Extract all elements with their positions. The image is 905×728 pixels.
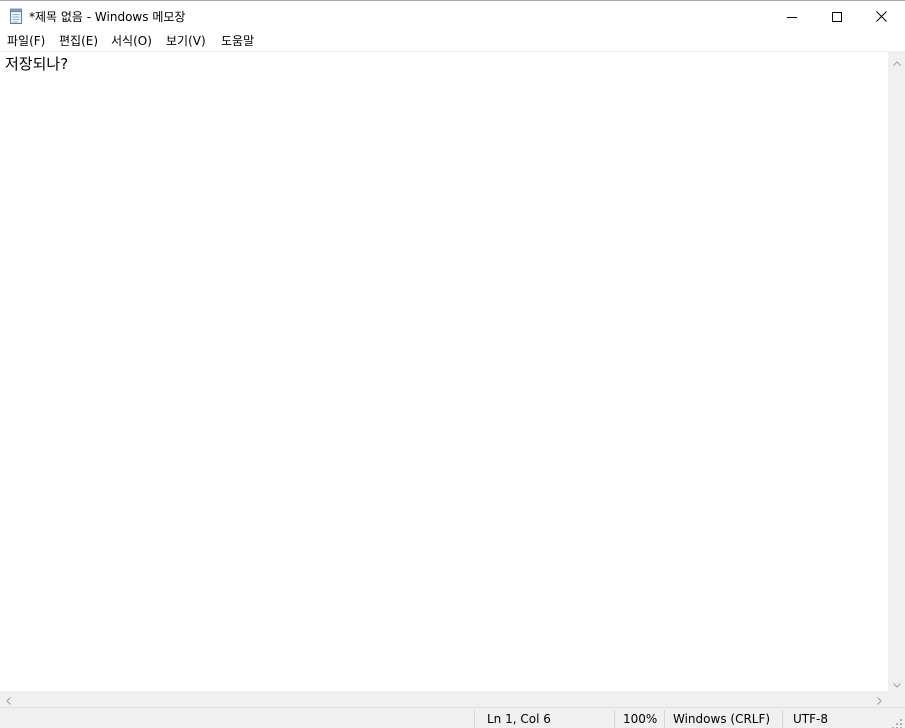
status-divider: [782, 710, 783, 728]
close-button[interactable]: [859, 1, 904, 31]
window-title: *제목 없음 - Windows 메모장: [29, 10, 186, 24]
scroll-left-button[interactable]: [0, 691, 17, 707]
notepad-window: *제목 없음 - Windows 메모장 파일(F) 편집(E) 서식(O) 보…: [0, 0, 905, 728]
scroll-right-button[interactable]: [871, 691, 888, 707]
status-divider: [614, 710, 615, 728]
close-icon: [876, 7, 887, 26]
menu-view[interactable]: 보기(V): [166, 33, 206, 49]
menu-format[interactable]: 서식(O): [111, 33, 152, 49]
scrollbar-corner: [888, 691, 905, 707]
vertical-scrollbar[interactable]: [888, 52, 905, 691]
status-divider: [474, 710, 475, 728]
menu-file[interactable]: 파일(F): [7, 33, 45, 49]
notepad-icon: [9, 8, 23, 24]
text-editor[interactable]: 저장되나?: [0, 52, 888, 691]
maximize-button[interactable]: [814, 1, 859, 31]
resize-grip-icon[interactable]: [891, 715, 903, 728]
minimize-button[interactable]: [769, 1, 814, 31]
horizontal-scrollbar[interactable]: [0, 691, 888, 707]
line-ending: Windows (CRLF): [673, 712, 771, 726]
encoding: UTF-8: [793, 712, 828, 726]
editor-text: 저장되나?: [5, 55, 69, 73]
minimize-icon: [786, 7, 797, 26]
menu-edit[interactable]: 편집(E): [59, 33, 98, 49]
editor-content[interactable]: 저장되나?: [5, 54, 68, 74]
zoom-level: 100%: [623, 712, 658, 726]
menu-bar: 파일(F) 편집(E) 서식(O) 보기(V) 도움말: [0, 31, 905, 52]
menu-help[interactable]: 도움말: [221, 33, 254, 49]
status-divider: [664, 710, 665, 728]
scroll-up-button[interactable]: [888, 52, 905, 69]
chevron-left-icon: [6, 690, 11, 709]
title-bar[interactable]: *제목 없음 - Windows 메모장: [0, 1, 905, 31]
maximize-icon: [831, 7, 842, 26]
chevron-right-icon: [877, 690, 882, 709]
scroll-down-button[interactable]: [888, 674, 905, 691]
status-bar: Ln 1, Col 6 100% Windows (CRLF) UTF-8: [0, 707, 905, 728]
chevron-up-icon: [892, 51, 901, 70]
cursor-position: Ln 1, Col 6: [487, 712, 551, 726]
chevron-down-icon: [892, 673, 901, 692]
